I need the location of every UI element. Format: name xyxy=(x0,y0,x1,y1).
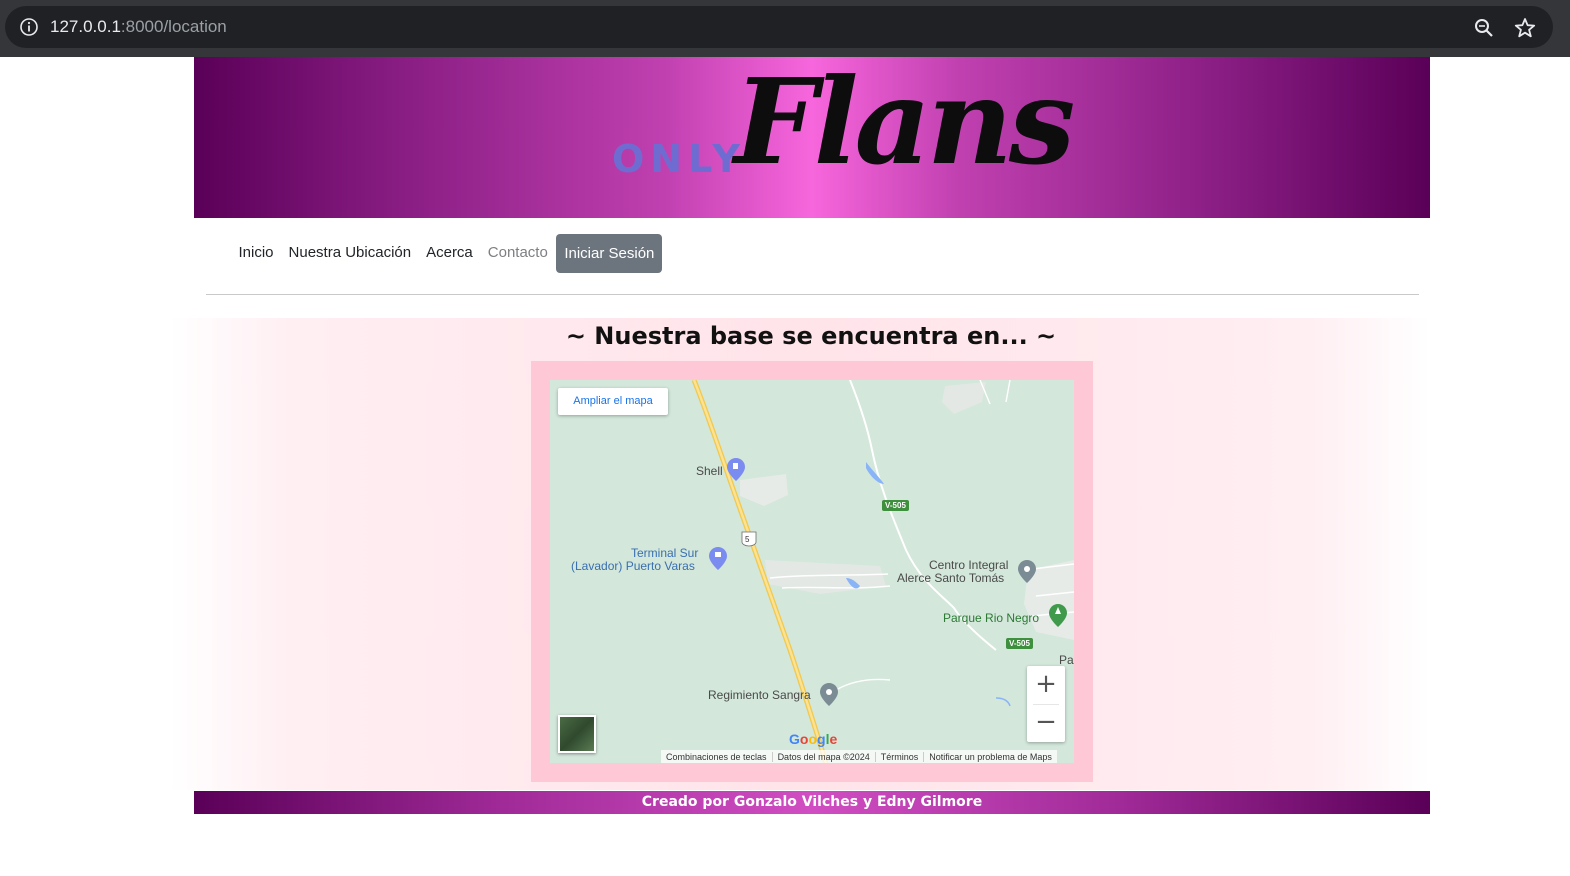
route-shield-5: 5 xyxy=(745,535,750,544)
page-footer: Creado por Gonzalo Vilches y Edny Gilmor… xyxy=(194,791,1430,814)
zoom-in-button[interactable]: + xyxy=(1027,666,1065,704)
url-host: 127.0.0.1 xyxy=(50,17,121,36)
attrib-map-data: Datos del mapa ©2024 xyxy=(773,751,876,762)
route-badge-v505: V-505 xyxy=(882,500,909,511)
route-badge-v505-2: V-505 xyxy=(1006,638,1033,649)
map-zoom-control: + − xyxy=(1027,666,1065,742)
nav-divider xyxy=(206,294,1419,295)
map-frame: Ampliar el mapa Shell Terminal Sur (Lava… xyxy=(531,361,1093,782)
embedded-map[interactable]: Ampliar el mapa Shell Terminal Sur (Lava… xyxy=(550,380,1074,763)
attrib-shortcuts[interactable]: Combinaciones de teclas xyxy=(661,751,773,762)
regimiento-pin[interactable] xyxy=(820,683,838,706)
star-icon[interactable] xyxy=(1513,16,1537,40)
nav-acerca[interactable]: Acerca xyxy=(419,233,481,273)
location-section: ~ Nuestra base se encuentra en... ~ Ampl… xyxy=(170,318,1430,790)
satellite-toggle[interactable] xyxy=(558,715,596,753)
url-text[interactable]: 127.0.0.1:8000/location xyxy=(50,17,227,37)
attrib-report[interactable]: Notificar un problema de Maps xyxy=(924,752,1057,762)
main-nav: Inicio Nuestra Ubicación Acerca Contacto… xyxy=(231,233,663,273)
nav-inicio[interactable]: Inicio xyxy=(231,233,281,273)
login-button[interactable]: Iniciar Sesión xyxy=(556,233,663,273)
google-logo: Google xyxy=(789,731,838,747)
logo-only-text: ONLY xyxy=(612,137,746,181)
terminal-pin[interactable] xyxy=(709,547,727,570)
map-label-parque: Parque Rio Negro xyxy=(943,611,1040,625)
map-label-terminal-2: (Lavador) Puerto Varas xyxy=(571,559,695,573)
map-label-regimiento: Regimiento Sangra xyxy=(708,688,811,702)
header-banner: ONLY Flans xyxy=(194,57,1430,218)
expand-map-link[interactable]: Ampliar el mapa xyxy=(558,388,668,415)
address-bar[interactable]: 127.0.0.1:8000/location xyxy=(5,6,1553,48)
browser-toolbar: 127.0.0.1:8000/location xyxy=(0,0,1570,57)
zoom-out-button[interactable]: − xyxy=(1027,704,1065,742)
attrib-terms[interactable]: Términos xyxy=(876,751,925,762)
zoom-icon[interactable] xyxy=(1473,17,1495,39)
page-title: ~ Nuestra base se encuentra en... ~ xyxy=(565,322,1057,350)
info-icon[interactable] xyxy=(19,17,39,37)
map-attribution: Combinaciones de teclas Datos del mapa ©… xyxy=(661,750,1057,763)
nav-contacto[interactable]: Contacto xyxy=(480,233,555,273)
map-label-shell: Shell xyxy=(696,464,723,478)
nav-nuestra-ubicacion[interactable]: Nuestra Ubicación xyxy=(281,233,419,273)
map-label-centro-2: Alerce Santo Tomás xyxy=(897,571,1005,585)
logo-flans-text: Flans xyxy=(734,52,1075,191)
url-path: :8000/location xyxy=(120,17,227,36)
